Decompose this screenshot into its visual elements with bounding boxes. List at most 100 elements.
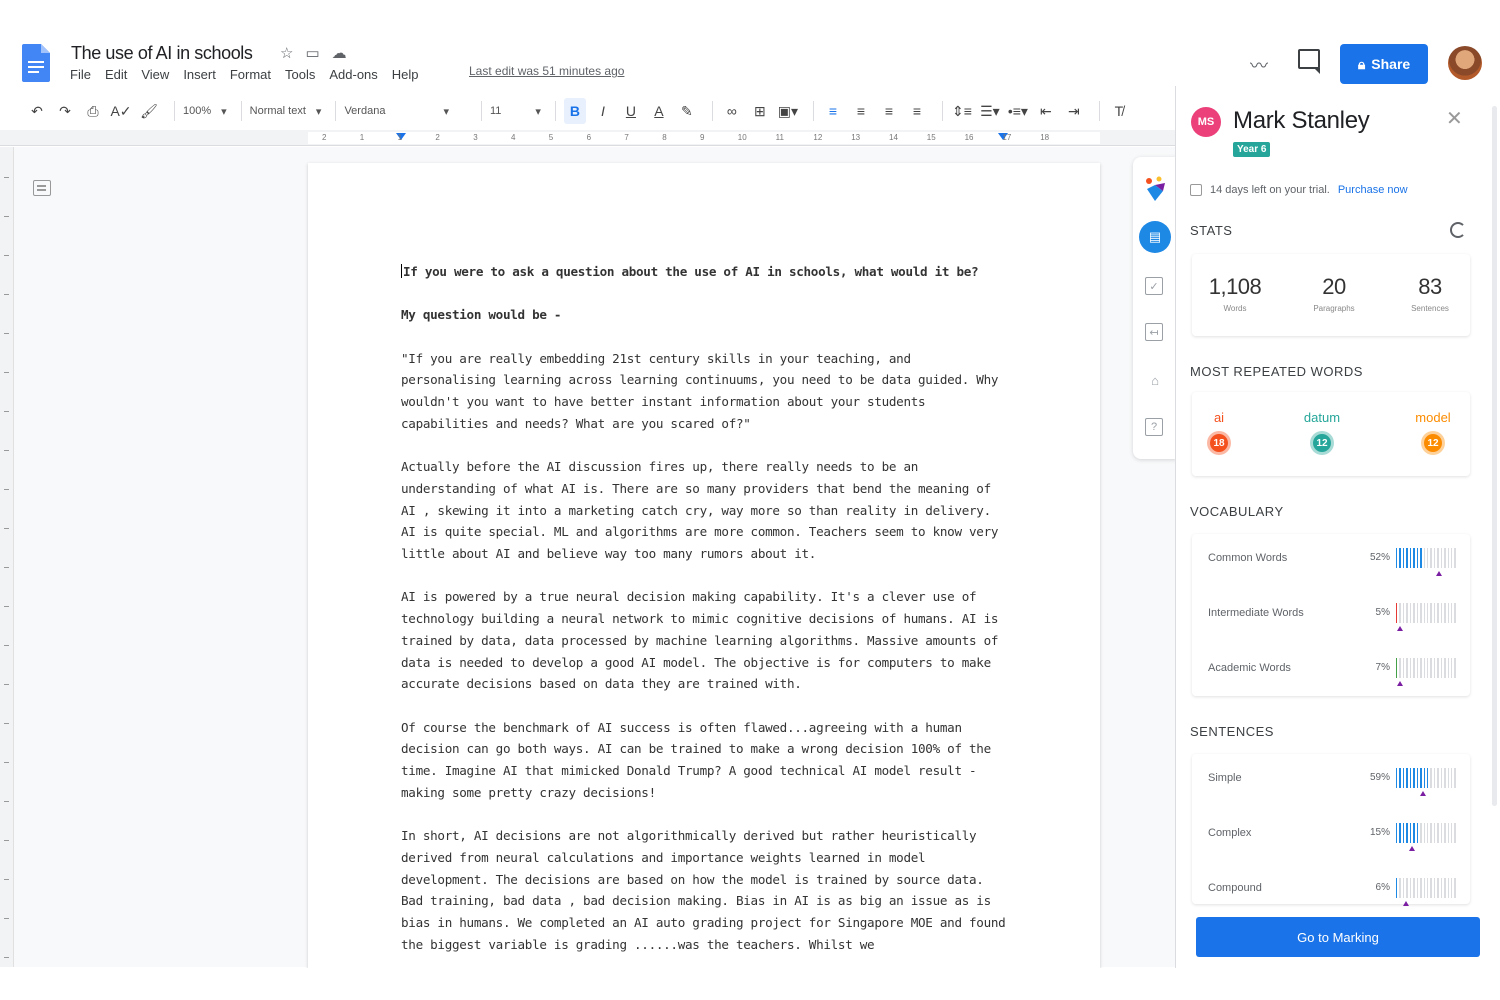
paint-format-icon[interactable]: 🖌︎ (138, 98, 160, 124)
document-paragraph[interactable]: AI is powered by a true neural decision … (401, 586, 1011, 695)
link-icon[interactable]: ∞ (721, 98, 743, 124)
document-paragraph[interactable]: Actually before the AI discussion fires … (401, 456, 1011, 565)
rail-checklist-icon[interactable]: ✓ (1145, 277, 1163, 295)
comments-icon[interactable] (1298, 49, 1320, 74)
sentence-percent: 15% (1369, 827, 1390, 838)
spellcheck-icon[interactable]: A✓ (110, 98, 132, 124)
share-button[interactable]: 🔒︎ Share (1340, 44, 1428, 84)
bulleted-list-icon[interactable]: •≡▾ (1007, 98, 1029, 124)
redo-icon[interactable]: ↷ (54, 98, 76, 124)
meter-segment (1437, 658, 1439, 678)
underline-icon[interactable]: U (620, 98, 642, 124)
repeated-word-item[interactable]: model 12 (1403, 410, 1463, 455)
addon-logo-icon[interactable] (1143, 175, 1167, 203)
checklist-icon[interactable]: ☰▾ (979, 98, 1001, 124)
repeated-word-item[interactable]: ai 18 (1189, 410, 1249, 455)
decrease-indent-icon[interactable]: ⇤ (1035, 98, 1057, 124)
italic-icon[interactable]: I (592, 98, 614, 124)
google-docs-logo-icon[interactable] (22, 44, 50, 82)
clear-formatting-icon[interactable]: T̸ (1108, 98, 1130, 124)
rail-library-icon[interactable]: ⌂ (1145, 370, 1165, 390)
meter-segment (1440, 603, 1443, 623)
meter-segment (1406, 548, 1408, 568)
font-select[interactable]: Verdana ▾ (344, 105, 449, 118)
vocab-row[interactable]: Common Words 52% (1208, 544, 1458, 576)
rail-help-icon[interactable]: ? (1145, 418, 1163, 436)
menu-edit[interactable]: Edit (105, 67, 127, 82)
document-paragraph[interactable]: "If you are really embedding 21st centur… (401, 348, 1011, 435)
bold-icon[interactable]: B (563, 98, 586, 124)
repeated-word-item[interactable]: datum 12 (1292, 410, 1352, 455)
sentence-row[interactable]: Compound 6% (1208, 874, 1458, 906)
zoom-select[interactable]: 100% ▾ (183, 105, 227, 118)
menu-tools[interactable]: Tools (285, 67, 315, 82)
text-color-icon[interactable]: A (648, 98, 670, 124)
vocab-row[interactable]: Intermediate Words 5% (1208, 599, 1458, 631)
print-icon[interactable]: ⎙ (82, 98, 104, 124)
stats-heading: STATS (1190, 223, 1233, 238)
document-page[interactable]: If you were to ask a question about the … (308, 163, 1100, 973)
vertical-ruler[interactable] (0, 147, 14, 967)
meter-segment (1420, 548, 1422, 568)
align-center-icon[interactable]: ≡ (850, 98, 872, 124)
highlight-icon[interactable]: ✎ (676, 98, 698, 124)
sentence-row[interactable]: Complex 15% (1208, 819, 1458, 851)
menu-addons[interactable]: Add-ons (329, 67, 377, 82)
sentence-row[interactable]: Simple 59% (1208, 764, 1458, 796)
meter-segment (1409, 768, 1412, 788)
document-title[interactable]: The use of AI in schools (71, 43, 253, 64)
document-paragraph[interactable]: If you were to ask a question about the … (401, 261, 1011, 283)
meter-segment (1423, 878, 1425, 898)
meter-segment (1444, 768, 1446, 788)
meter-segment (1451, 878, 1453, 898)
document-body[interactable]: If you were to ask a question about the … (401, 261, 1011, 977)
document-paragraph[interactable]: My question would be - (401, 304, 1011, 326)
ruler-tick (4, 333, 9, 334)
undo-icon[interactable]: ↶ (26, 98, 48, 124)
image-icon[interactable]: ▣▾ (777, 98, 799, 124)
vocab-row[interactable]: Academic Words 7% (1208, 654, 1458, 686)
meter-segment (1396, 603, 1398, 623)
ruler-tick-label: 16 (964, 133, 974, 142)
increase-indent-icon[interactable]: ⇥ (1063, 98, 1085, 124)
purchase-link[interactable]: Purchase now (1338, 184, 1408, 196)
star-icon[interactable]: ☆ (280, 44, 293, 62)
font-size-select[interactable]: 11 ▾ (490, 105, 541, 118)
horizontal-ruler[interactable]: 2 1 1 2 3 4 5 6 7 8 9 10 11 12 13 14 15 16 17 18 (308, 132, 1100, 144)
panel-scrollbar[interactable] (1492, 106, 1497, 806)
move-folder-icon[interactable]: ▭ (305, 44, 319, 62)
cloud-status-icon[interactable]: ☁ (332, 44, 347, 62)
meter-segment (1433, 823, 1436, 843)
menu-help[interactable]: Help (392, 67, 419, 82)
ruler-tick (4, 918, 9, 919)
vocab-percent: 52% (1369, 552, 1390, 563)
style-select[interactable]: Normal text ▾ (250, 105, 322, 118)
vocab-level-bar (1396, 548, 1456, 576)
comment-add-icon[interactable]: ⊞ (749, 98, 771, 124)
align-left-icon[interactable]: ≡ (822, 98, 844, 124)
account-avatar[interactable] (1448, 46, 1482, 80)
document-paragraph[interactable]: Of course the benchmark of AI success is… (401, 717, 1011, 804)
stat-paragraphs: 20 Paragraphs (1294, 274, 1374, 313)
last-edit-link[interactable]: Last edit was 51 minutes ago (469, 64, 624, 78)
meter-segment (1426, 878, 1429, 898)
meter-segment (1399, 823, 1401, 843)
document-paragraph[interactable]: In short, AI decisions are not algorithm… (401, 825, 1011, 955)
rail-report-icon[interactable]: ▤ (1139, 221, 1171, 253)
document-outline-icon[interactable] (33, 180, 51, 196)
ruler-tick (4, 801, 9, 802)
menu-view[interactable]: View (141, 67, 169, 82)
meter-segment (1426, 548, 1429, 568)
meter-segment (1413, 768, 1415, 788)
menu-format[interactable]: Format (230, 67, 271, 82)
go-to-marking-button[interactable]: Go to Marking (1196, 917, 1480, 957)
refresh-icon[interactable] (1450, 222, 1466, 238)
align-right-icon[interactable]: ≡ (878, 98, 900, 124)
align-justify-icon[interactable]: ≡ (906, 98, 928, 124)
menu-insert[interactable]: Insert (183, 67, 216, 82)
rail-feedback-icon[interactable]: ↤ (1145, 323, 1163, 341)
activity-trend-icon[interactable]: 〰 (1250, 52, 1268, 78)
menu-file[interactable]: File (70, 67, 91, 82)
line-spacing-icon[interactable]: ⇕≡ (951, 98, 973, 124)
close-icon[interactable]: ✕ (1446, 106, 1463, 131)
